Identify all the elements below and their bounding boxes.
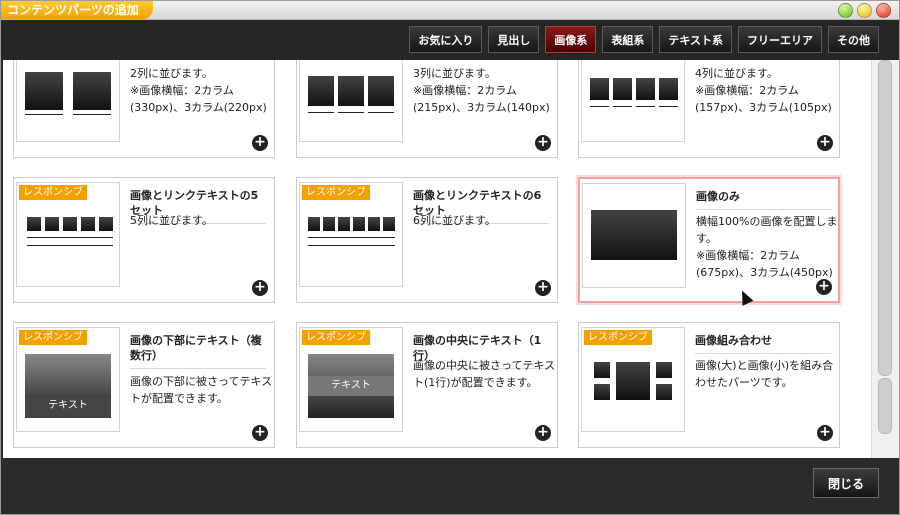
minimize-button[interactable] xyxy=(857,3,872,18)
part-title: 画像の下部にテキスト（複数行） xyxy=(130,333,266,369)
scrollbar-track-upper[interactable] xyxy=(878,60,892,376)
add-part-icon[interactable]: + xyxy=(817,135,833,151)
part-thumbnail xyxy=(582,183,686,288)
dialog-footer: 閉じる xyxy=(1,458,899,514)
part-title: 画像組み合わせ xyxy=(695,333,831,354)
add-part-icon[interactable]: + xyxy=(535,425,551,441)
responsive-badge: レスポンシブ xyxy=(19,185,87,200)
thumb-text-label: テキスト xyxy=(25,394,111,418)
tab-table[interactable]: 表組系 xyxy=(602,26,654,53)
add-part-icon[interactable]: + xyxy=(535,280,551,296)
part-thumbnail: レスポンシブ xyxy=(299,182,403,287)
part-card-3col[interactable]: 3列に並びます。 ※画像横幅：2カラム (215px)、3カラム(140px) … xyxy=(296,60,558,158)
tab-other[interactable]: その他 xyxy=(828,26,879,53)
add-content-parts-dialog: コンテンツパーツの追加 お気に入り 見出し 画像系 表組系 テキスト系 フリーエ… xyxy=(0,0,900,515)
category-tabs: お気に入り 見出し 画像系 表組系 テキスト系 フリーエリア その他 xyxy=(409,26,879,53)
add-part-icon[interactable]: + xyxy=(252,135,268,151)
tab-text[interactable]: テキスト系 xyxy=(659,26,732,53)
add-part-icon[interactable]: + xyxy=(816,279,832,295)
responsive-badge: レスポンシブ xyxy=(302,330,370,345)
part-description: 5列に並びます。 xyxy=(130,214,213,227)
maximize-button[interactable] xyxy=(838,3,853,18)
category-toolbar: お気に入り 見出し 画像系 表組系 テキスト系 フリーエリア その他 xyxy=(1,20,899,60)
part-description: 画像の下部に被さってテキストが配置できます。 xyxy=(130,375,273,405)
responsive-badge: レスポンシブ xyxy=(19,330,87,345)
part-description: 2列に並びます。 ※画像横幅：2カラム (330px)、3カラム(220px) xyxy=(130,67,267,114)
part-thumbnail: レスポンシブ xyxy=(16,182,120,287)
parts-grid: 2列に並びます。 ※画像横幅：2カラム (330px)、3カラム(220px) … xyxy=(3,60,871,458)
part-card-image-center-text[interactable]: レスポンシブ テキスト 画像の中央にテキスト（1行） 画像の中央に被さってテキス… xyxy=(296,322,558,448)
window-controls xyxy=(838,3,891,18)
part-description: 画像の中央に被さってテキスト(1行)が配置できます。 xyxy=(413,359,556,389)
responsive-badge: レスポンシブ xyxy=(584,330,652,345)
close-window-button[interactable] xyxy=(876,3,891,18)
part-card-image-combination[interactable]: レスポンシブ 画像組み合わせ 画像(大)と画像(小)を組み合わせたパーツです。 … xyxy=(578,322,840,448)
part-card-image-bottom-text[interactable]: レスポンシブ テキスト 画像の下部にテキスト（複数行） 画像の下部に被さってテキ… xyxy=(13,322,275,448)
tab-favorites[interactable]: お気に入り xyxy=(409,26,483,53)
window-title: コンテンツパーツの追加 xyxy=(1,1,153,19)
add-part-icon[interactable]: + xyxy=(252,425,268,441)
title-bar: コンテンツパーツの追加 xyxy=(1,1,899,20)
part-description: 3列に並びます。 ※画像横幅：2カラム (215px)、3カラム(140px) xyxy=(413,67,550,114)
part-thumbnail xyxy=(16,60,120,142)
part-card-image-link-6set[interactable]: レスポンシブ 画像とリンクテキストの6セット 6列に並びます。 + xyxy=(296,177,558,303)
scrollbar-thumb[interactable] xyxy=(878,378,892,434)
part-card-2col[interactable]: 2列に並びます。 ※画像横幅：2カラム (330px)、3カラム(220px) … xyxy=(13,60,275,158)
part-card-image-only[interactable]: 画像のみ 横幅100%の画像を配置します。 ※画像横幅：2カラム (675px)… xyxy=(578,177,840,303)
close-button[interactable]: 閉じる xyxy=(813,468,879,498)
part-thumbnail xyxy=(581,60,685,142)
part-thumbnail: レスポンシブ xyxy=(581,327,685,432)
part-description: 4列に並びます。 ※画像横幅：2カラム (157px)、3カラム(105px) xyxy=(695,67,832,114)
part-thumbnail xyxy=(299,60,403,142)
part-description: 横幅100%の画像を配置します。 ※画像横幅：2カラム (675px)、3カラム… xyxy=(696,215,838,279)
tab-image[interactable]: 画像系 xyxy=(545,26,597,53)
part-description: 画像(大)と画像(小)を組み合わせたパーツです。 xyxy=(695,359,834,389)
thumb-text-label: テキスト xyxy=(308,376,394,396)
part-description: 6列に並びます。 xyxy=(413,214,496,227)
part-thumbnail: レスポンシブ テキスト xyxy=(299,327,403,432)
tab-free-area[interactable]: フリーエリア xyxy=(738,26,822,53)
add-part-icon[interactable]: + xyxy=(252,280,268,296)
tab-heading[interactable]: 見出し xyxy=(488,26,540,53)
add-part-icon[interactable]: + xyxy=(535,135,551,151)
content-scrollbar[interactable] xyxy=(871,60,899,458)
part-card-4col[interactable]: 4列に並びます。 ※画像横幅：2カラム (157px)、3カラム(105px) … xyxy=(578,60,840,158)
part-thumbnail: レスポンシブ テキスト xyxy=(16,327,120,432)
add-part-icon[interactable]: + xyxy=(817,425,833,441)
responsive-badge: レスポンシブ xyxy=(302,185,370,200)
part-title: 画像のみ xyxy=(696,189,832,210)
part-card-image-link-5set[interactable]: レスポンシブ 画像とリンクテキストの5セット 5列に並びます。 + xyxy=(13,177,275,303)
